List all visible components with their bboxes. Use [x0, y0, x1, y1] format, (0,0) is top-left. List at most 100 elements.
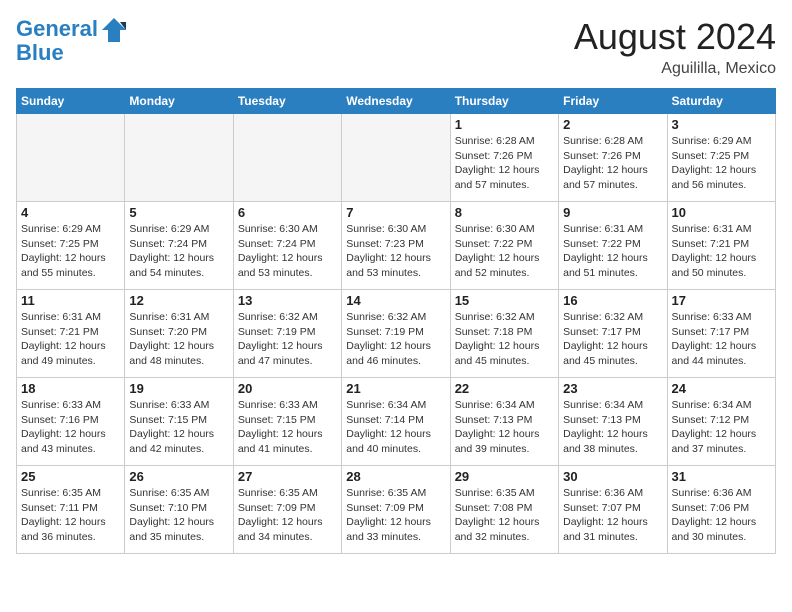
calendar-cell: 19 Sunrise: 6:33 AM Sunset: 7:15 PM Dayli…	[125, 378, 233, 466]
day-info: Sunrise: 6:34 AM Sunset: 7:14 PM Dayligh…	[346, 398, 445, 457]
week-row-1: 1Sunrise: 6:28 AM Sunset: 7:26 PM Daylig…	[17, 114, 776, 202]
header-friday: Friday	[559, 89, 667, 114]
calendar-cell: 7 Sunrise: 6:30 AM Sunset: 7:23 PM Daylig…	[342, 202, 450, 290]
day-number: 7	[346, 205, 445, 220]
calendar-cell: 29 Sunrise: 6:35 AM Sunset: 7:08 PM Dayli…	[450, 466, 558, 554]
day-number: 21	[346, 381, 445, 396]
day-number: 22	[455, 381, 554, 396]
calendar-cell: 25 Sunrise: 6:35 AM Sunset: 7:11 PM Dayli…	[17, 466, 125, 554]
calendar-cell: 30 Sunrise: 6:36 AM Sunset: 7:07 PM Dayli…	[559, 466, 667, 554]
day-info: Sunrise: 6:35 AM Sunset: 7:11 PM Dayligh…	[21, 486, 120, 545]
calendar-cell: 6 Sunrise: 6:30 AM Sunset: 7:24 PM Daylig…	[233, 202, 341, 290]
day-info: Sunrise: 6:33 AM Sunset: 7:17 PM Dayligh…	[672, 310, 771, 369]
day-info: Sunrise: 6:30 AM Sunset: 7:23 PM Dayligh…	[346, 222, 445, 281]
calendar-cell: 31 Sunrise: 6:36 AM Sunset: 7:06 PM Dayli…	[667, 466, 775, 554]
header-thursday: Thursday	[450, 89, 558, 114]
calendar-cell	[233, 114, 341, 202]
logo-icon	[100, 16, 128, 44]
calendar-cell: 20 Sunrise: 6:33 AM Sunset: 7:15 PM Dayli…	[233, 378, 341, 466]
day-number: 16	[563, 293, 662, 308]
day-info: Sunrise: 6:29 AM Sunset: 7:24 PM Dayligh…	[129, 222, 228, 281]
day-number: 30	[563, 469, 662, 484]
calendar-cell: 16Sunrise: 6:32 AM Sunset: 7:17 PM Dayli…	[559, 290, 667, 378]
calendar-cell: 22 Sunrise: 6:34 AM Sunset: 7:13 PM Dayli…	[450, 378, 558, 466]
calendar-cell: 10Sunrise: 6:31 AM Sunset: 7:21 PM Dayli…	[667, 202, 775, 290]
day-info: Sunrise: 6:32 AM Sunset: 7:18 PM Dayligh…	[455, 310, 554, 369]
calendar-cell: 14 Sunrise: 6:32 AM Sunset: 7:19 PM Dayli…	[342, 290, 450, 378]
day-number: 29	[455, 469, 554, 484]
week-row-2: 4 Sunrise: 6:29 AM Sunset: 7:25 PM Daylig…	[17, 202, 776, 290]
calendar-cell: 12 Sunrise: 6:31 AM Sunset: 7:20 PM Dayli…	[125, 290, 233, 378]
day-info: Sunrise: 6:31 AM Sunset: 7:20 PM Dayligh…	[129, 310, 228, 369]
day-info: Sunrise: 6:29 AM Sunset: 7:25 PM Dayligh…	[21, 222, 120, 281]
logo: General Blue	[16, 16, 128, 66]
location-title: Aguililla, Mexico	[574, 60, 776, 78]
calendar-cell	[342, 114, 450, 202]
calendar-cell: 5 Sunrise: 6:29 AM Sunset: 7:24 PM Daylig…	[125, 202, 233, 290]
day-number: 15	[455, 293, 554, 308]
calendar-cell: 24 Sunrise: 6:34 AM Sunset: 7:12 PM Dayli…	[667, 378, 775, 466]
calendar-cell: 27Sunrise: 6:35 AM Sunset: 7:09 PM Dayli…	[233, 466, 341, 554]
day-info: Sunrise: 6:28 AM Sunset: 7:26 PM Dayligh…	[563, 134, 662, 193]
day-info: Sunrise: 6:29 AM Sunset: 7:25 PM Dayligh…	[672, 134, 771, 193]
day-info: Sunrise: 6:36 AM Sunset: 7:06 PM Dayligh…	[672, 486, 771, 545]
header-tuesday: Tuesday	[233, 89, 341, 114]
day-number: 26	[129, 469, 228, 484]
day-number: 11	[21, 293, 120, 308]
day-info: Sunrise: 6:35 AM Sunset: 7:09 PM Dayligh…	[346, 486, 445, 545]
day-info: Sunrise: 6:31 AM Sunset: 7:21 PM Dayligh…	[672, 222, 771, 281]
day-info: Sunrise: 6:35 AM Sunset: 7:08 PM Dayligh…	[455, 486, 554, 545]
day-number: 18	[21, 381, 120, 396]
day-number: 8	[455, 205, 554, 220]
day-number: 3	[672, 117, 771, 132]
header-sunday: Sunday	[17, 89, 125, 114]
calendar-cell	[125, 114, 233, 202]
calendar-cell: 18 Sunrise: 6:33 AM Sunset: 7:16 PM Dayli…	[17, 378, 125, 466]
day-number: 6	[238, 205, 337, 220]
day-number: 13	[238, 293, 337, 308]
day-number: 23	[563, 381, 662, 396]
day-info: Sunrise: 6:34 AM Sunset: 7:13 PM Dayligh…	[455, 398, 554, 457]
calendar-cell: 13 Sunrise: 6:32 AM Sunset: 7:19 PM Dayli…	[233, 290, 341, 378]
week-row-5: 25 Sunrise: 6:35 AM Sunset: 7:11 PM Dayli…	[17, 466, 776, 554]
day-info: Sunrise: 6:33 AM Sunset: 7:16 PM Dayligh…	[21, 398, 120, 457]
calendar-cell: 9Sunrise: 6:31 AM Sunset: 7:22 PM Daylig…	[559, 202, 667, 290]
day-info: Sunrise: 6:34 AM Sunset: 7:13 PM Dayligh…	[563, 398, 662, 457]
day-number: 19	[129, 381, 228, 396]
day-number: 14	[346, 293, 445, 308]
header-wednesday: Wednesday	[342, 89, 450, 114]
calendar-cell: 17Sunrise: 6:33 AM Sunset: 7:17 PM Dayli…	[667, 290, 775, 378]
day-info: Sunrise: 6:28 AM Sunset: 7:26 PM Dayligh…	[455, 134, 554, 193]
day-number: 2	[563, 117, 662, 132]
calendar-cell: 1Sunrise: 6:28 AM Sunset: 7:26 PM Daylig…	[450, 114, 558, 202]
calendar-cell: 26 Sunrise: 6:35 AM Sunset: 7:10 PM Dayli…	[125, 466, 233, 554]
week-row-4: 18 Sunrise: 6:33 AM Sunset: 7:16 PM Dayli…	[17, 378, 776, 466]
day-info: Sunrise: 6:33 AM Sunset: 7:15 PM Dayligh…	[238, 398, 337, 457]
day-info: Sunrise: 6:32 AM Sunset: 7:19 PM Dayligh…	[346, 310, 445, 369]
calendar-cell: 21 Sunrise: 6:34 AM Sunset: 7:14 PM Dayli…	[342, 378, 450, 466]
page-header: General Blue August 2024 Aguililla, Mexi…	[16, 16, 776, 78]
day-number: 12	[129, 293, 228, 308]
day-number: 4	[21, 205, 120, 220]
day-info: Sunrise: 6:31 AM Sunset: 7:22 PM Dayligh…	[563, 222, 662, 281]
header-saturday: Saturday	[667, 89, 775, 114]
calendar-cell: 4 Sunrise: 6:29 AM Sunset: 7:25 PM Daylig…	[17, 202, 125, 290]
calendar-cell: 3 Sunrise: 6:29 AM Sunset: 7:25 PM Daylig…	[667, 114, 775, 202]
day-info: Sunrise: 6:33 AM Sunset: 7:15 PM Dayligh…	[129, 398, 228, 457]
day-number: 24	[672, 381, 771, 396]
day-info: Sunrise: 6:36 AM Sunset: 7:07 PM Dayligh…	[563, 486, 662, 545]
day-number: 28	[346, 469, 445, 484]
week-row-3: 11Sunrise: 6:31 AM Sunset: 7:21 PM Dayli…	[17, 290, 776, 378]
day-number: 20	[238, 381, 337, 396]
calendar-cell: 23 Sunrise: 6:34 AM Sunset: 7:13 PM Dayli…	[559, 378, 667, 466]
day-number: 27	[238, 469, 337, 484]
day-number: 31	[672, 469, 771, 484]
calendar-cell: 8Sunrise: 6:30 AM Sunset: 7:22 PM Daylig…	[450, 202, 558, 290]
day-info: Sunrise: 6:35 AM Sunset: 7:10 PM Dayligh…	[129, 486, 228, 545]
day-number: 25	[21, 469, 120, 484]
day-info: Sunrise: 6:34 AM Sunset: 7:12 PM Dayligh…	[672, 398, 771, 457]
calendar-cell: 15 Sunrise: 6:32 AM Sunset: 7:18 PM Dayli…	[450, 290, 558, 378]
day-info: Sunrise: 6:30 AM Sunset: 7:24 PM Dayligh…	[238, 222, 337, 281]
day-number: 5	[129, 205, 228, 220]
day-info: Sunrise: 6:32 AM Sunset: 7:19 PM Dayligh…	[238, 310, 337, 369]
